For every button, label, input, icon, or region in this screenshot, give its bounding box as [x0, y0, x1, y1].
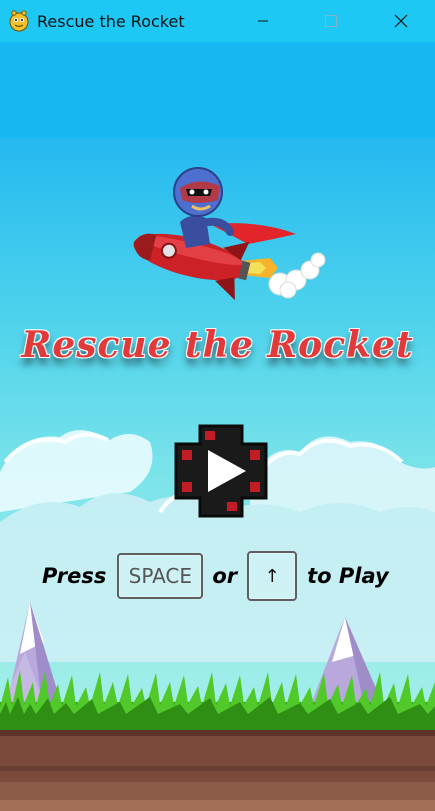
game-title: Rescue the Rocket: [21, 324, 414, 366]
dirt-ground: [0, 730, 435, 811]
game-window: Rescue the Rocket Rescue the Rocket Pres…: [0, 0, 435, 811]
instruction-press: Press: [42, 564, 107, 588]
maximize-button[interactable]: [308, 0, 354, 42]
window-title: Rescue the Rocket: [37, 11, 185, 31]
minimize-icon: [258, 20, 268, 22]
minimize-button[interactable]: [240, 0, 286, 42]
maximize-icon: [325, 15, 337, 27]
close-button[interactable]: [378, 0, 424, 42]
up-arrow-key: ↑: [247, 551, 298, 601]
play-icon: [174, 424, 268, 518]
pygame-snake-icon: [9, 10, 29, 32]
space-key: SPACE: [117, 553, 204, 599]
instruction-or: or: [212, 564, 238, 588]
instruction-to-play: to Play: [307, 564, 389, 588]
game-canvas[interactable]: Rescue the Rocket Press SPACE or ↑ to Pl…: [0, 42, 435, 811]
instructions: Press SPACE or ↑ to Play: [42, 550, 389, 602]
title-bar[interactable]: Rescue the Rocket: [0, 0, 435, 42]
close-icon: [394, 14, 408, 28]
rocket-rider-icon: [133, 167, 326, 301]
play-button[interactable]: [170, 422, 272, 520]
